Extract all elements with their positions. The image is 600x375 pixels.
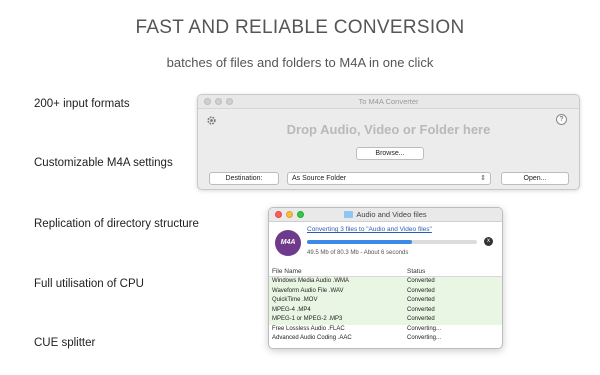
progress-window: Audio and Video files M4A Converting 3 f… [268, 207, 503, 349]
converter-window: To M4A Converter ? Drop Audio, Video or … [197, 94, 580, 190]
table-row[interactable]: MPEG-1 or MPEG-2 .MP3 Converted [269, 315, 502, 325]
open-button[interactable]: Open... [501, 172, 569, 185]
drop-zone-text[interactable]: Drop Audio, Video or Folder here [198, 122, 579, 137]
status-cell: Converted [407, 297, 435, 303]
feature-cpu: Full utilisation of CPU [34, 278, 144, 290]
progress-titlebar: Audio and Video files [269, 208, 502, 222]
status-cell: Converted [407, 316, 435, 322]
converter-titlebar: To M4A Converter [198, 95, 579, 109]
progress-window-title-wrap: Audio and Video files [269, 208, 502, 222]
chevron-updown-icon: ⇕ [480, 175, 486, 182]
status-cell: Converted [407, 287, 435, 294]
destination-button[interactable]: Destination: [209, 172, 279, 185]
headline: FAST AND RELIABLE CONVERSION [135, 17, 465, 38]
status-cell: Converted [407, 278, 435, 284]
feature-directory-structure: Replication of directory structure [34, 218, 199, 230]
table-row[interactable]: QuickTime .MOV Converted [269, 296, 502, 306]
folder-icon [344, 210, 354, 218]
file-name-cell: Advanced Audio Coding .AAC [272, 335, 352, 341]
table-row[interactable]: Advanced Audio Coding .AAC Converting... [269, 334, 502, 344]
file-name-cell: Free Lossless Audio .FLAC [272, 325, 345, 332]
status-cell: Converting... [407, 335, 442, 341]
file-name-cell: QuickTime .MOV [272, 297, 318, 303]
status-cell: Converting... [407, 325, 442, 332]
m4a-app-icon: M4A [275, 230, 301, 256]
subline: batches of files and folders to M4A in o… [166, 55, 434, 70]
destination-select-value: As Source Folder [292, 175, 347, 182]
file-name-cell: MPEG-1 or MPEG-2 .MP3 [272, 316, 343, 322]
feature-cue-splitter: CUE splitter [34, 337, 96, 349]
destination-select[interactable]: As Source Folder ⇕ [287, 172, 491, 185]
table-row[interactable]: Waveform Audio File .WAV Converted [269, 286, 502, 296]
progress-bar [307, 240, 477, 244]
file-name-cell: MPEG-4 .MP4 [272, 306, 311, 313]
table-row[interactable]: MPEG-4 .MP4 Converted [269, 305, 502, 315]
feature-input-formats: 200+ input formats [34, 98, 130, 110]
table-row[interactable]: Windows Media Audio .WMA Converted [269, 277, 502, 287]
zoom-window-button[interactable] [226, 98, 233, 105]
table-row[interactable]: Free Lossless Audio .FLAC Converting... [269, 324, 502, 334]
size-info: 49.5 Mb of 80.3 Mb - About 6 seconds [307, 250, 409, 256]
stop-icon[interactable]: x [484, 237, 493, 246]
column-file-name[interactable]: File Name [269, 266, 403, 276]
window-controls [204, 98, 233, 105]
progress-window-title: Audio and Video files [356, 210, 427, 219]
column-status[interactable]: Status [403, 266, 502, 276]
table-body: Windows Media Audio .WMA Converted Wavefor… [269, 277, 502, 344]
file-name-cell: Waveform Audio File .WAV [272, 287, 344, 294]
progress-bar-fill [307, 240, 413, 244]
converter-window-title: To M4A Converter [358, 97, 419, 106]
browse-button[interactable]: Browse... [356, 147, 424, 160]
feature-m4a-settings: Customizable M4A settings [34, 157, 173, 169]
file-name-cell: Windows Media Audio .WMA [272, 278, 350, 284]
status-cell: Converted [407, 306, 435, 313]
table-header: File Name Status [269, 266, 502, 277]
close-window-button[interactable] [204, 98, 211, 105]
file-table: File Name Status Windows Media Audio .WM… [269, 266, 502, 344]
converting-link[interactable]: Converting 3 files to "Audio and Video f… [307, 226, 432, 233]
minimize-window-button[interactable] [215, 98, 222, 105]
